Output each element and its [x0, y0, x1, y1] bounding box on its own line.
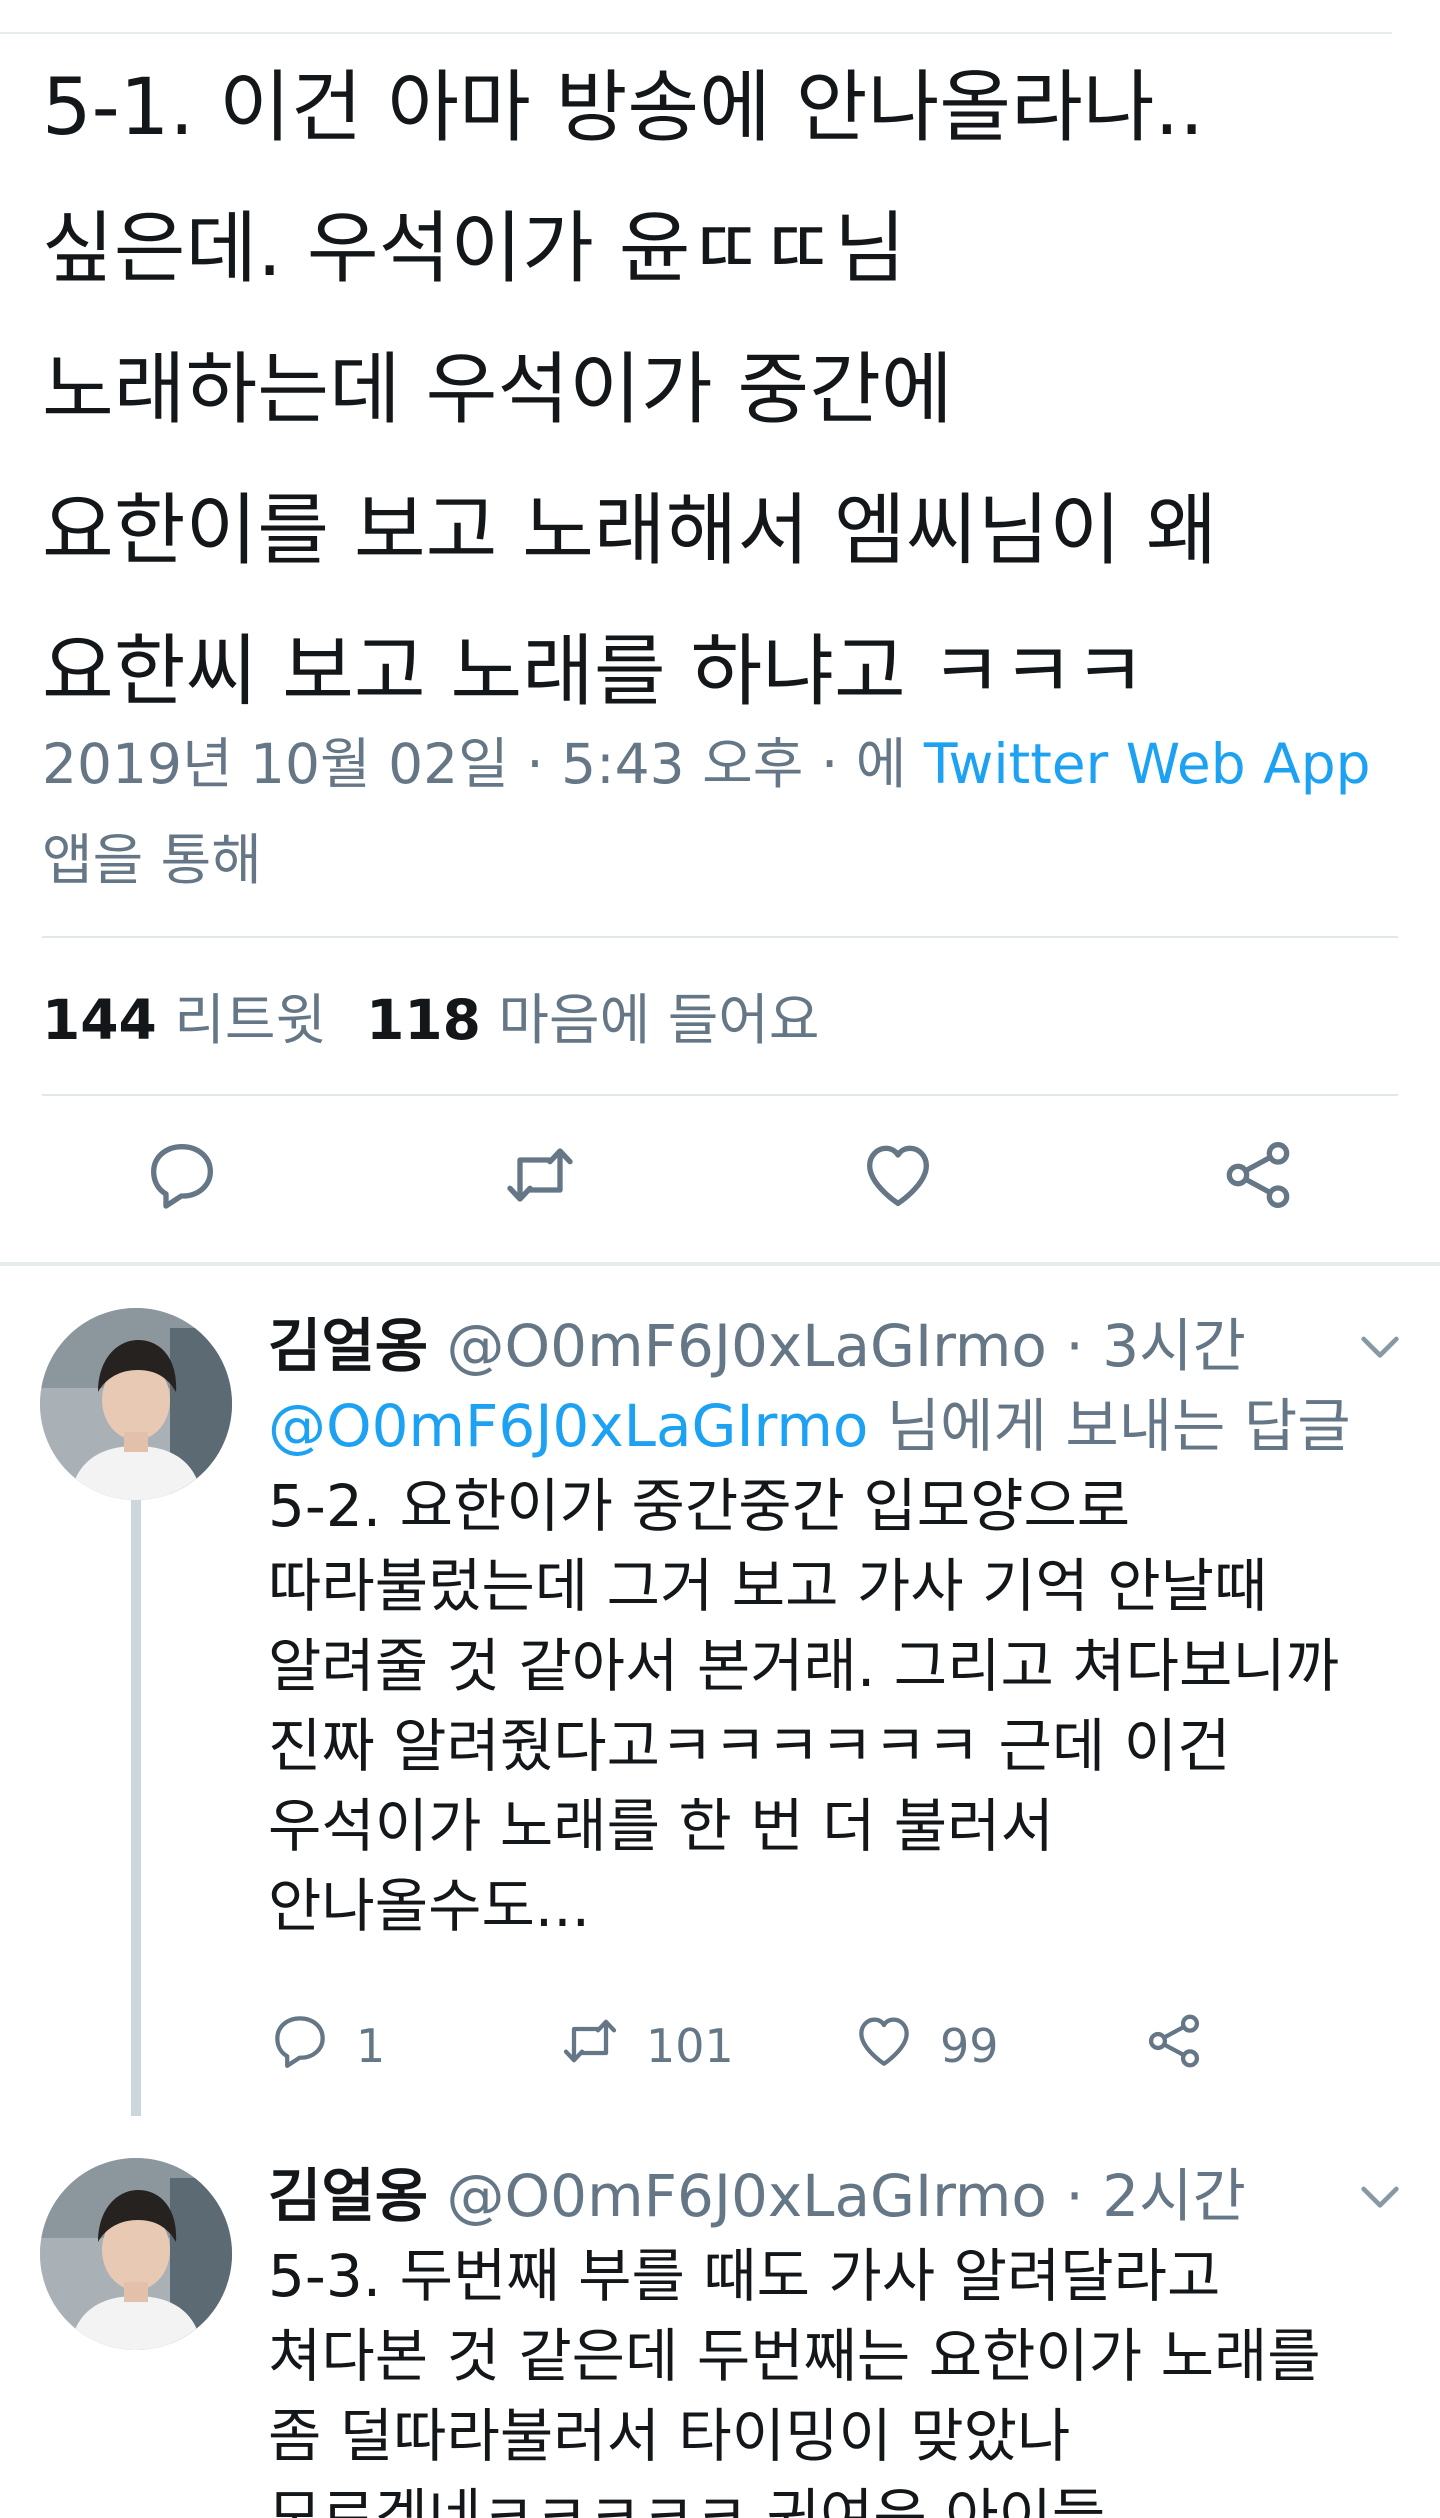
- retweet-icon[interactable]: [500, 1135, 580, 1215]
- main-tweet-line: 요한이를 보고 노래해서 엠씨님이 왜: [42, 486, 1218, 576]
- reply-line: 쳐다본 것 같은데 두번째는 요한이가 노래를: [268, 2322, 1321, 2390]
- reply-line: 안나올수도...: [268, 1872, 591, 1940]
- main-tweet-text: 5-1. 이건 아마 방송에 안나올라나.. 싶은데. 우석이가 윤ㄸㄸ님 노래…: [42, 38, 1402, 743]
- reply-text: 5-3. 두번째 부를 때도 가사 알려달라고 쳐다본 것 같은데 두번째는 요…: [268, 2236, 1398, 2518]
- reply-header: 김얼옹 @O0mF6J0xLaGIrmo · 2시간: [268, 2156, 1246, 2236]
- share-icon: [1142, 2009, 1206, 2084]
- retweet-count: 144: [42, 988, 157, 1052]
- like-count: 99: [940, 2019, 999, 2073]
- heart-icon[interactable]: [858, 1135, 938, 1215]
- avatar[interactable]: [40, 2158, 232, 2350]
- tweet-stats: 144 리트윗 118 마음에 들어요: [42, 980, 820, 1060]
- heart-icon: [852, 2009, 916, 2084]
- reply-count: 1: [356, 2019, 386, 2073]
- reply-line: 따라불렀는데 그거 보고 가사 기억 안날때: [268, 1552, 1268, 1620]
- author-handle[interactable]: @O0mF6J0xLaGIrmo: [447, 1312, 1047, 1380]
- top-divider: [0, 32, 1392, 34]
- author-name[interactable]: 김얼옹: [268, 1312, 428, 1380]
- reply-line: 5-2. 요한이가 중간중간 입모양으로: [268, 1472, 1131, 1540]
- reply-line: 진짜 알려줬다고ㅋㅋㅋㅋㅋㅋ 근데 이건: [268, 1712, 1231, 1780]
- author-handle[interactable]: @O0mF6J0xLaGIrmo: [447, 2162, 1047, 2230]
- reply-tweet[interactable]: 김얼옹 @O0mF6J0xLaGIrmo · 2시간 5-3. 두번째 부를 때…: [0, 2136, 1440, 2518]
- avatar[interactable]: [40, 1308, 232, 1500]
- replying-to: @O0mF6J0xLaGIrmo 님에게 보내는 답글: [268, 1386, 1351, 1466]
- like-label: 마음에 들어요: [498, 988, 820, 1052]
- tweet-source-suffix: 앱을 통해: [42, 828, 262, 892]
- tweet-source-link[interactable]: Twitter Web App: [924, 732, 1371, 796]
- retweet-count: 101: [646, 2019, 734, 2073]
- main-tweet-line: 싶은데. 우석이가 윤ㄸㄸ님: [42, 204, 906, 294]
- chevron-down-icon[interactable]: [1352, 2168, 1408, 2224]
- like-stat[interactable]: 118 마음에 들어요: [366, 988, 819, 1052]
- reply-action-bar: 1 101 99: [268, 2011, 1398, 2081]
- divider: [42, 1094, 1398, 1096]
- reply-tweet[interactable]: 김얼옹 @O0mF6J0xLaGIrmo · 3시간 @O0mF6J0xLaGI…: [0, 1266, 1440, 2136]
- reply-icon[interactable]: [142, 1135, 222, 1215]
- retweet-stat[interactable]: 144 리트윗: [42, 988, 326, 1052]
- share-icon[interactable]: [1218, 1135, 1298, 1215]
- reply-text: 5-2. 요한이가 중간중간 입모양으로 따라불렀는데 그거 보고 가사 기억 …: [268, 1466, 1398, 1946]
- retweet-label: 리트윗: [174, 988, 327, 1052]
- reply-button[interactable]: 1: [268, 2011, 385, 2081]
- reply-time: · 3시간: [1046, 1312, 1246, 1380]
- share-button[interactable]: [1142, 2011, 1206, 2081]
- reply-line: 5-3. 두번째 부를 때도 가사 알려달라고: [268, 2242, 1221, 2310]
- thread-line: [131, 1496, 141, 2116]
- chevron-down-icon[interactable]: [1352, 1318, 1408, 1374]
- reply-icon: [268, 2009, 332, 2084]
- like-count: 118: [366, 988, 481, 1052]
- reply-line: 알려줄 것 같아서 본거래. 그리고 쳐다보니까: [268, 1632, 1340, 1700]
- main-tweet-line: 5-1. 이건 아마 방송에 안나올라나..: [42, 63, 1205, 153]
- reply-header: 김얼옹 @O0mF6J0xLaGIrmo · 3시간: [268, 1306, 1246, 1386]
- tweet-action-bar: [0, 1135, 1440, 1225]
- like-button[interactable]: 99: [852, 2011, 999, 2081]
- reply-line: 모르겠네ㅋㅋㅋㅋㅋ 귀여운 아이들: [268, 2482, 1106, 2518]
- reply-line: 좀 덜따라불러서 타이밍이 맞았나: [268, 2402, 1071, 2470]
- main-tweet-line: 노래하는데 우석이가 중간에: [42, 345, 953, 435]
- tweet-meta: 2019년 10월 02일 · 5:43 오후 · 에 Twitter Web …: [42, 716, 1402, 908]
- retweet-button[interactable]: 101: [558, 2011, 734, 2081]
- reply-time: · 2시간: [1046, 2162, 1246, 2230]
- reply-line: 우석이가 노래를 한 번 더 불러서: [268, 1792, 1054, 1860]
- reply-to-handle[interactable]: @O0mF6J0xLaGIrmo: [268, 1392, 868, 1460]
- retweet-icon: [558, 2009, 622, 2084]
- tweet-timestamp: 2019년 10월 02일 · 5:43 오후 · 에: [42, 732, 924, 796]
- tweet-detail-page: 5-1. 이건 아마 방송에 안나올라나.. 싶은데. 우석이가 윤ㄸㄸ님 노래…: [0, 0, 1440, 2518]
- reply-to-suffix: 님에게 보내는 답글: [868, 1392, 1351, 1460]
- author-name[interactable]: 김얼옹: [268, 2162, 428, 2230]
- divider: [42, 936, 1398, 938]
